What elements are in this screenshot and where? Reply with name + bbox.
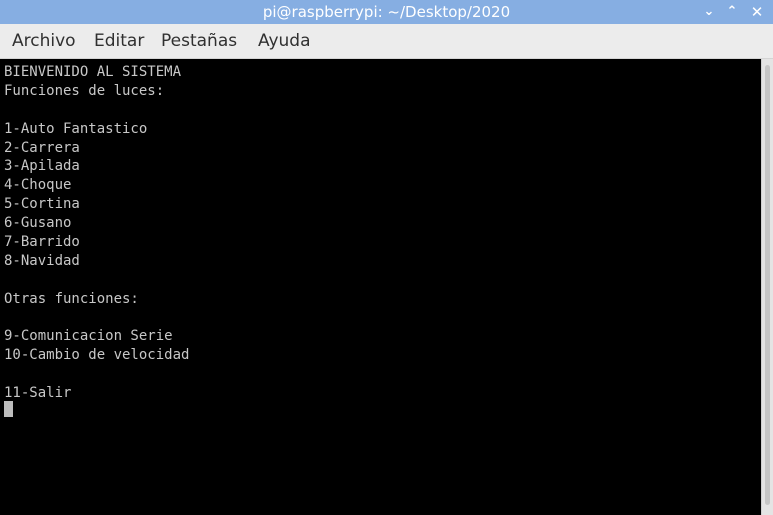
text-cursor (4, 401, 13, 417)
terminal-line: Funciones de luces: (4, 82, 165, 99)
scrollbar-thumb[interactable] (765, 65, 770, 505)
window-title: pi@raspberrypi: ~/Desktop/2020 (262, 3, 511, 21)
terminal-line: 6-Gusano (4, 215, 72, 232)
terminal-line: 10-Cambio de velocidad (4, 347, 190, 364)
terminal-line: 5-Cortina (4, 196, 80, 213)
terminal-line: 7-Barrido (4, 234, 80, 251)
terminal-window: pi@raspberrypi: ~/Desktop/2020 ⌄ ⌃ ✕ Arc… (0, 0, 773, 515)
terminal-output: BIENVENIDO AL SISTEMA Funciones de luces… (4, 63, 189, 403)
terminal-line: Otras funciones: (4, 290, 139, 307)
terminal-line: 4-Choque (4, 177, 72, 194)
terminal-area[interactable]: BIENVENIDO AL SISTEMA Funciones de luces… (0, 59, 761, 515)
terminal-line: 8-Navidad (4, 252, 80, 269)
maximize-icon[interactable]: ⌃ (721, 0, 743, 24)
menu-ayuda[interactable]: Ayuda (258, 24, 311, 59)
menu-bar: Archivo Editar Pestañas Ayuda (0, 24, 773, 59)
menu-editar[interactable]: Editar (94, 24, 144, 59)
terminal-line: 11-Salir (4, 385, 72, 402)
terminal-line: 2-Carrera (4, 139, 80, 156)
minimize-icon[interactable]: ⌄ (698, 0, 720, 24)
terminal-line: BIENVENIDO AL SISTEMA (4, 64, 182, 80)
terminal-line: 1-Auto Fantastico (4, 120, 148, 137)
terminal-line: 3-Apilada (4, 158, 80, 175)
menu-archivo[interactable]: Archivo (12, 24, 76, 59)
close-icon[interactable]: ✕ (746, 0, 768, 24)
terminal-line: 9-Comunicacion Serie (4, 328, 173, 345)
scrollbar[interactable] (761, 59, 773, 515)
menu-pestanas[interactable]: Pestañas (161, 24, 237, 59)
title-bar[interactable]: pi@raspberrypi: ~/Desktop/2020 ⌄ ⌃ ✕ (0, 0, 773, 24)
